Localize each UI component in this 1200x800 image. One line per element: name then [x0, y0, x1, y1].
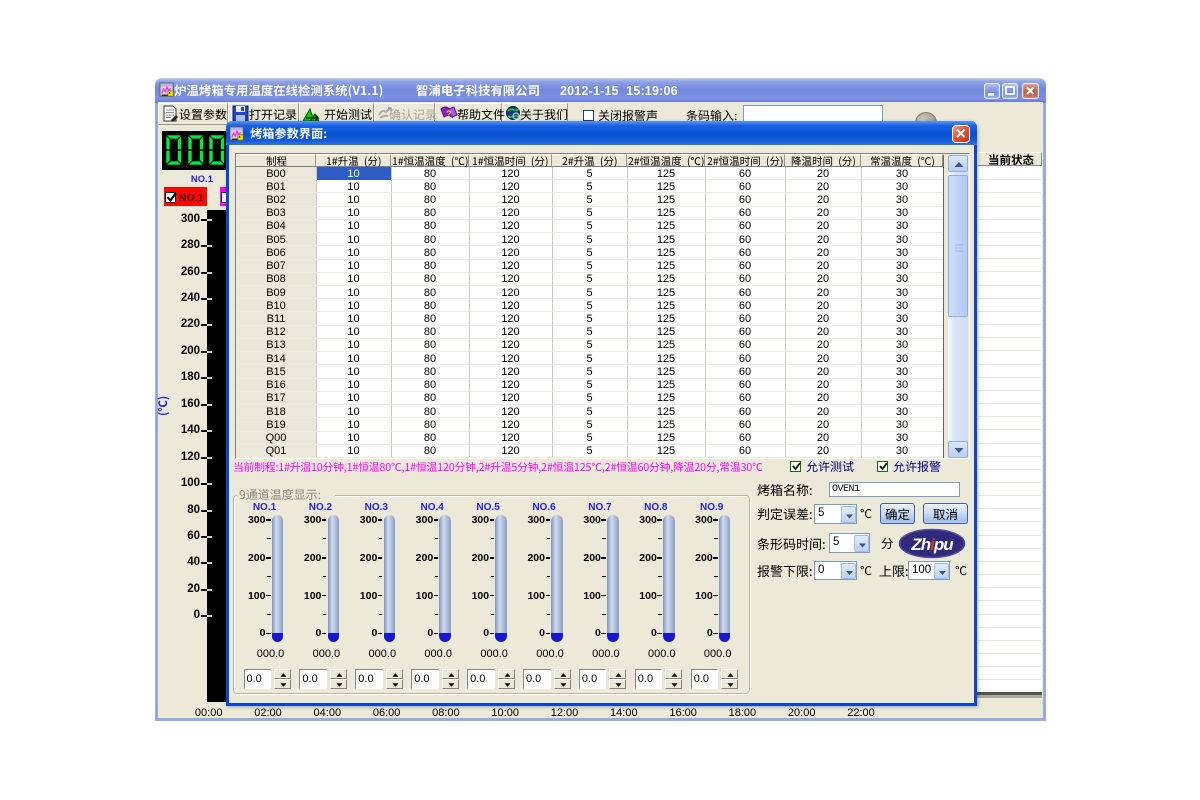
svg-text:?: ?	[446, 109, 452, 119]
svg-text:Zhipu: Zhipu	[910, 535, 954, 554]
